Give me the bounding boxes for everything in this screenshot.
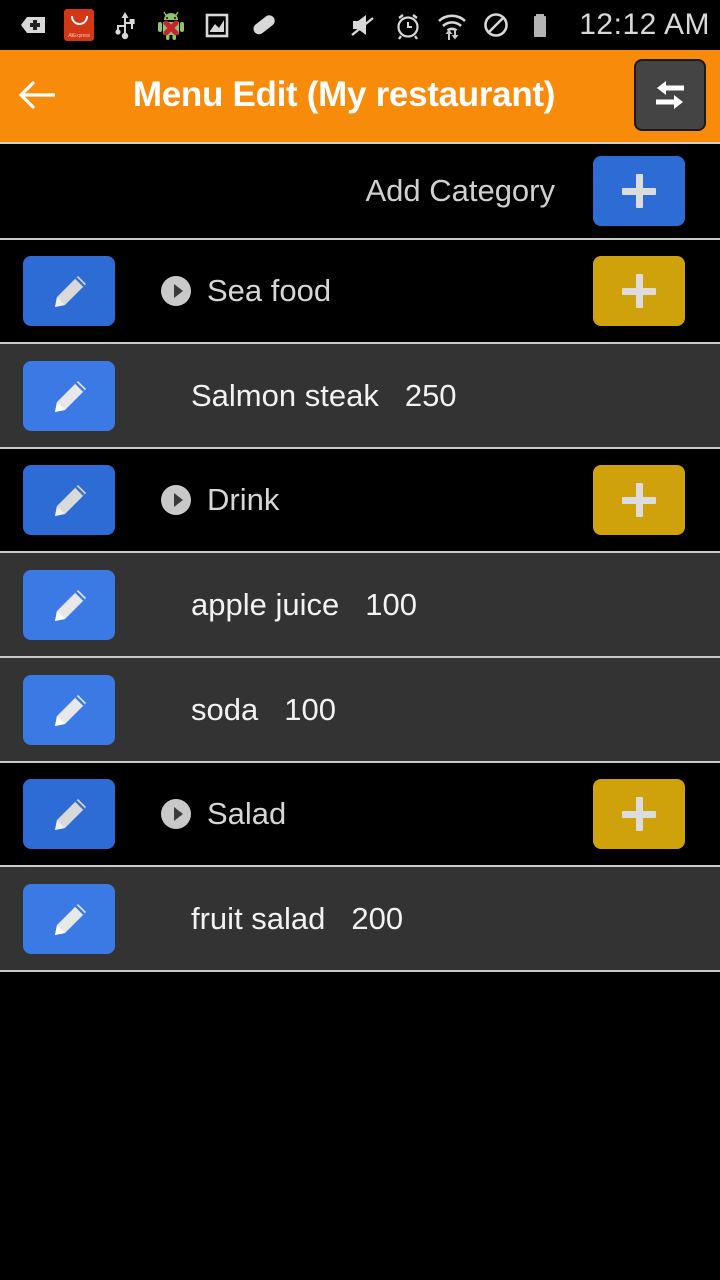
menu-item-name: soda bbox=[191, 691, 259, 727]
android-debug-icon bbox=[158, 11, 184, 40]
plus-icon bbox=[622, 274, 656, 308]
menu-item-row[interactable]: fruit salad 200 bbox=[0, 867, 720, 972]
edit-item-button[interactable] bbox=[23, 360, 115, 431]
pencil-icon bbox=[55, 380, 86, 412]
menu-item-name: apple juice bbox=[191, 586, 340, 622]
menu-list: Sea food Salmon steak 250 Drink apple ju… bbox=[0, 240, 720, 972]
aliexpress-icon: AliExpress bbox=[64, 9, 94, 41]
menu-item-text: Salmon steak 250 bbox=[191, 378, 720, 414]
plus-icon bbox=[622, 174, 656, 208]
status-bar-left-icons: AliExpress bbox=[18, 9, 278, 41]
edit-category-button[interactable] bbox=[23, 779, 115, 849]
pencil-icon bbox=[55, 485, 86, 516]
category-name: Salad bbox=[207, 796, 287, 831]
wifi-data-icon bbox=[438, 14, 467, 40]
plus-icon bbox=[622, 797, 656, 831]
usb-icon bbox=[115, 12, 135, 40]
add-badge-icon bbox=[21, 17, 45, 33]
plus-icon bbox=[622, 483, 656, 517]
status-bar-right-icons: 12:12 AM bbox=[349, 8, 710, 42]
add-item-button[interactable] bbox=[593, 779, 685, 849]
expand-icon[interactable] bbox=[161, 799, 191, 829]
menu-item-row[interactable]: soda 100 bbox=[0, 658, 720, 763]
category-row[interactable]: Sea food bbox=[0, 240, 720, 344]
add-category-button[interactable] bbox=[593, 156, 685, 226]
menu-item-price: 250 bbox=[404, 377, 457, 413]
menu-item-text: fruit salad 200 bbox=[191, 901, 720, 937]
screenshot-icon bbox=[205, 13, 229, 38]
status-bar: AliExpress 12:12 AM bbox=[0, 0, 720, 50]
category-name: Drink bbox=[207, 482, 280, 517]
menu-item-price: 100 bbox=[284, 691, 336, 727]
edit-item-button[interactable] bbox=[23, 569, 115, 640]
aliexpress-label: AliExpress bbox=[68, 33, 90, 39]
pencil-icon bbox=[55, 799, 86, 830]
back-button[interactable] bbox=[16, 73, 60, 117]
menu-item-price: 200 bbox=[351, 900, 404, 936]
mute-icon bbox=[351, 15, 374, 36]
do-not-disturb-icon bbox=[484, 13, 509, 37]
add-item-button[interactable] bbox=[593, 465, 685, 535]
alarm-icon bbox=[397, 14, 419, 40]
expand-icon[interactable] bbox=[161, 276, 191, 306]
menu-item-row[interactable]: apple juice 100 bbox=[0, 553, 720, 658]
expand-icon[interactable] bbox=[161, 485, 191, 515]
menu-item-name: fruit salad bbox=[191, 900, 326, 936]
menu-item-price: 100 bbox=[365, 586, 417, 622]
pencil-icon bbox=[55, 276, 86, 307]
back-arrow-icon bbox=[19, 81, 55, 109]
page-title: Menu Edit (My restaurant) bbox=[132, 75, 556, 114]
menu-item-text: apple juice 100 bbox=[191, 587, 720, 623]
category-row-actions bbox=[593, 465, 720, 535]
pencil-icon bbox=[55, 694, 86, 726]
swap-arrows-icon bbox=[656, 81, 684, 109]
add-category-label: Add Category bbox=[365, 173, 555, 208]
add-category-bar: Add Category bbox=[0, 144, 720, 240]
app-header: Menu Edit (My restaurant) bbox=[0, 50, 720, 140]
pencil-icon bbox=[55, 589, 86, 621]
category-row-actions bbox=[593, 779, 720, 849]
swap-order-button[interactable] bbox=[634, 59, 706, 131]
edit-category-button[interactable] bbox=[23, 256, 115, 326]
menu-item-text: soda 100 bbox=[191, 692, 720, 728]
add-item-button[interactable] bbox=[593, 256, 685, 326]
pencil-icon bbox=[55, 903, 86, 935]
category-row[interactable]: Drink bbox=[0, 449, 720, 553]
category-row-actions bbox=[593, 256, 720, 326]
edit-item-button[interactable] bbox=[23, 674, 115, 745]
status-bar-clock: 12:12 AM bbox=[579, 8, 710, 41]
category-name: Sea food bbox=[207, 273, 332, 308]
edit-category-button[interactable] bbox=[23, 465, 115, 535]
edit-item-button[interactable] bbox=[23, 883, 115, 954]
menu-item-row[interactable]: Salmon steak 250 bbox=[0, 344, 720, 449]
battery-icon bbox=[534, 14, 547, 37]
menu-item-name: Salmon steak bbox=[191, 377, 379, 413]
pill-icon bbox=[253, 15, 275, 35]
category-row[interactable]: Salad bbox=[0, 763, 720, 867]
app-screen: AliExpress 12:12 AM Menu Edit (My restau… bbox=[0, 0, 720, 1280]
